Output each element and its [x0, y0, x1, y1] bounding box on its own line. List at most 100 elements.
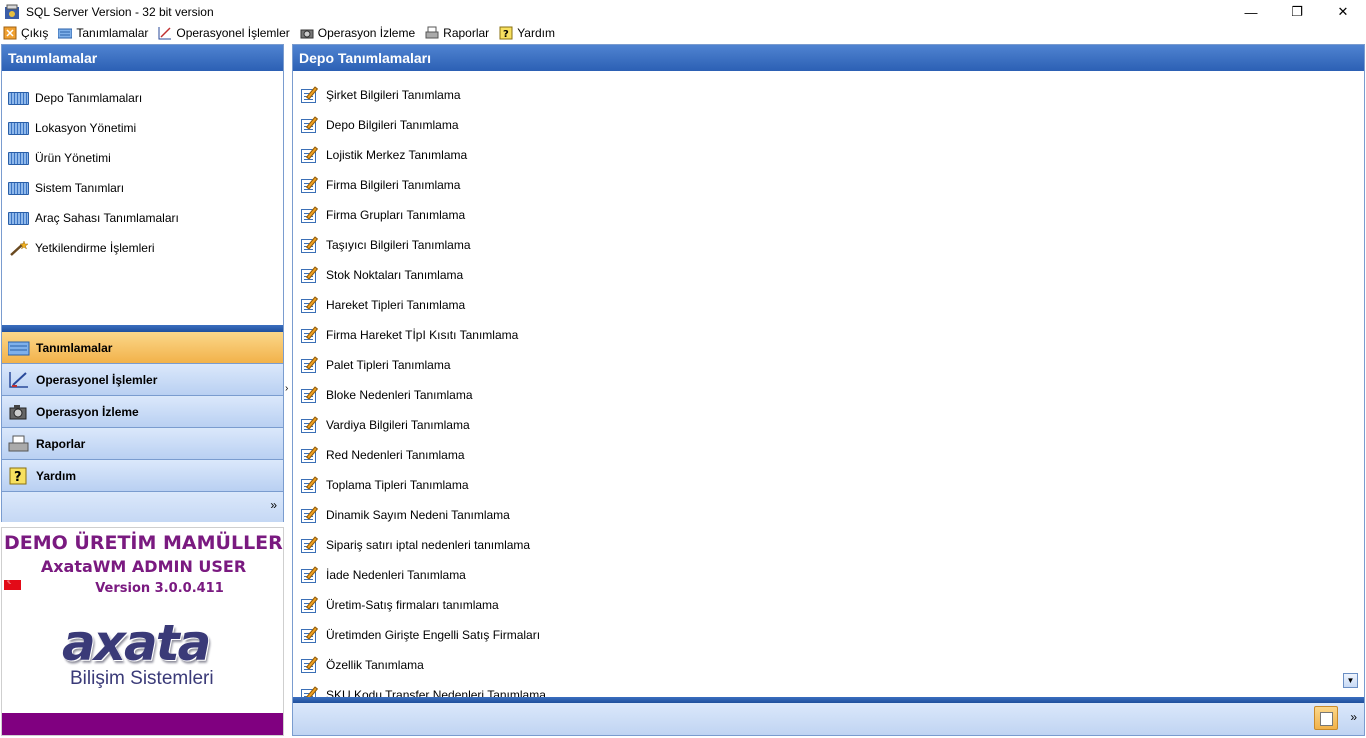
menu-yardim[interactable]: ? Yardım	[499, 26, 555, 40]
minimize-button[interactable]: —	[1228, 0, 1274, 24]
list-item[interactable]: Dinamik Sayım Nedeni Tanımlama	[293, 500, 1364, 530]
menu-label: Çıkış	[21, 26, 49, 40]
list-item-label: Şirket Bilgileri Tanımlama	[326, 88, 461, 102]
list-item-label: SKU Kodu Transfer Nedenleri Tanımlama	[326, 688, 546, 697]
group-label: Tanımlamalar	[36, 340, 113, 355]
edit-form-icon	[300, 626, 320, 644]
list-item[interactable]: Şirket Bilgileri Tanımlama	[293, 80, 1364, 110]
menu-cikis[interactable]: Çıkış	[3, 26, 48, 40]
title-bar: SQL Server Version - 32 bit version — ❐ …	[0, 0, 1366, 24]
group-button-operasyon-izleme[interactable]: Operasyon İzleme	[2, 396, 283, 428]
list-item-label: Taşıyıcı Bilgileri Tanımlama	[326, 238, 471, 252]
edit-form-icon	[300, 506, 320, 524]
list-item[interactable]: Özellik Tanımlama	[293, 650, 1364, 680]
group-button-tanimlamalar[interactable]: Tanımlamalar	[2, 332, 283, 364]
keyboard-icon	[8, 151, 29, 165]
notes-icon[interactable]	[1314, 706, 1338, 730]
nav-item-depo-tanimlamalari[interactable]: Depo Tanımlamaları	[2, 83, 283, 113]
restore-button[interactable]: ❐	[1274, 0, 1320, 24]
keyboard-icon	[57, 26, 73, 40]
exit-icon	[3, 26, 17, 40]
group-button-operasyonel-islemler[interactable]: Operasyonel İşlemler	[2, 364, 283, 396]
group-label: Raporlar	[36, 436, 86, 451]
list-item-label: Firma Bilgileri Tanımlama	[326, 178, 461, 192]
list-item-label: Dinamik Sayım Nedeni Tanımlama	[326, 508, 510, 522]
list-item-label: Stok Noktaları Tanımlama	[326, 268, 464, 282]
nav-item-arac-sahasi[interactable]: Araç Sahası Tanımlamaları	[2, 203, 283, 233]
keyboard-icon	[8, 91, 29, 105]
group-button-raporlar[interactable]: Raporlar	[2, 428, 283, 460]
list-item[interactable]: Depo Bilgileri Tanımlama	[293, 110, 1364, 140]
vertical-splitter[interactable]: ›	[284, 285, 292, 490]
printer-icon	[425, 26, 439, 40]
nav-item-label: Lokasyon Yönetimi	[35, 121, 137, 135]
nav-item-urun-yonetimi[interactable]: Ürün Yönetimi	[2, 143, 283, 173]
list-item[interactable]: Taşıyıcı Bilgileri Tanımlama	[293, 230, 1364, 260]
list-item[interactable]: Firma Hareket TİpI Kısıtı Tanımlama	[293, 320, 1364, 350]
list-item-label: Toplama Tipleri Tanımlama	[326, 478, 469, 492]
edit-form-icon	[300, 86, 320, 104]
logo-subtitle: Bilişim Sistemleri	[70, 668, 214, 689]
edit-form-icon	[300, 146, 320, 164]
list-item-label: Lojistik Merkez Tanımlama	[326, 148, 468, 162]
svg-text:?: ?	[14, 470, 22, 485]
list-item-label: Firma Hareket TİpI Kısıtı Tanımlama	[326, 328, 519, 342]
list-item[interactable]: Stok Noktaları Tanımlama	[293, 260, 1364, 290]
nav-list: Depo Tanımlamaları Lokasyon Yönetimi Ürü…	[2, 71, 283, 325]
chart-pencil-icon	[158, 26, 172, 40]
menu-label: Operasyon İzleme	[317, 26, 416, 40]
nav-item-label: Sistem Tanımları	[35, 181, 125, 195]
version-label: Version 3.0.0.411	[95, 581, 224, 596]
more-groups-button[interactable]: »	[270, 498, 277, 512]
menu-bar: Çıkış Tanımlamalar Operasyonel İşlemler …	[0, 24, 1366, 42]
camera-icon	[8, 403, 30, 421]
list-item[interactable]: İade Nedenleri Tanımlama	[293, 560, 1364, 590]
content-panel: Depo Tanımlamaları Şirket Bilgileri Tanı…	[292, 44, 1365, 736]
list-item[interactable]: Firma Bilgileri Tanımlama	[293, 170, 1364, 200]
left-navigation-panel: Tanımlamalar Depo Tanımlamaları Lokasyon…	[1, 44, 284, 522]
scroll-down-button[interactable]: ▼	[1343, 673, 1358, 688]
nav-item-sistem-tanimlari[interactable]: Sistem Tanımları	[2, 173, 283, 203]
keyboard-icon	[8, 121, 29, 135]
menu-operasyonel-islemler[interactable]: Operasyonel İşlemler	[158, 26, 290, 40]
edit-form-icon	[300, 686, 320, 697]
list-item[interactable]: Lojistik Merkez Tanımlama	[293, 140, 1364, 170]
list-item[interactable]: Firma Grupları Tanımlama	[293, 200, 1364, 230]
list-item[interactable]: Vardiya Bilgileri Tanımlama	[293, 410, 1364, 440]
list-item[interactable]: Toplama Tipleri Tanımlama	[293, 470, 1364, 500]
axata-logo: axata Bilişim Sistemleri	[62, 614, 232, 690]
list-item[interactable]: Üretim-Satış firmaları tanımlama	[293, 590, 1364, 620]
menu-raporlar[interactable]: Raporlar	[425, 26, 489, 40]
more-button[interactable]: »	[1350, 710, 1357, 724]
group-button-yardim[interactable]: ? Yardım	[2, 460, 283, 492]
camera-icon	[300, 26, 314, 40]
edit-form-icon	[300, 206, 320, 224]
list-item[interactable]: Sipariş satırı iptal nedenleri tanımlama	[293, 530, 1364, 560]
edit-form-icon	[300, 596, 320, 614]
edit-form-icon	[300, 536, 320, 554]
left-panel-splitter[interactable]	[2, 317, 283, 332]
menu-operasyon-izleme[interactable]: Operasyon İzleme	[300, 26, 415, 40]
list-item-label: Depo Bilgileri Tanımlama	[326, 118, 459, 132]
group-label: Operasyon İzleme	[36, 404, 139, 419]
logo-word: axata	[62, 614, 211, 672]
list-item-label: Firma Grupları Tanımlama	[326, 208, 466, 222]
menu-tanimlamalar[interactable]: Tanımlamalar	[57, 26, 148, 40]
edit-form-icon	[300, 116, 320, 134]
list-item[interactable]: Üretimden Girişte Engelli Satış Firmalar…	[293, 620, 1364, 650]
edit-form-icon	[300, 416, 320, 434]
chart-pencil-icon	[8, 371, 30, 389]
menu-label: Operasyonel İşlemler	[176, 26, 290, 40]
group-label: Operasyonel İşlemler	[36, 372, 158, 387]
close-button[interactable]: ✕	[1320, 0, 1366, 24]
nav-item-yetkilendirme[interactable]: Yetkilendirme İşlemleri	[2, 233, 283, 263]
app-icon	[4, 4, 20, 20]
list-item-label: Red Nedenleri Tanımlama	[326, 448, 465, 462]
nav-item-lokasyon-yonetimi[interactable]: Lokasyon Yönetimi	[2, 113, 283, 143]
list-item[interactable]: Bloke Nedenleri Tanımlama	[293, 380, 1364, 410]
keyboard-icon	[8, 211, 29, 225]
list-item[interactable]: Red Nedenleri Tanımlama	[293, 440, 1364, 470]
list-item[interactable]: Hareket Tipleri Tanımlama	[293, 290, 1364, 320]
list-item[interactable]: Palet Tipleri Tanımlama	[293, 350, 1364, 380]
collapse-arrow-icon[interactable]: ›	[285, 383, 288, 394]
